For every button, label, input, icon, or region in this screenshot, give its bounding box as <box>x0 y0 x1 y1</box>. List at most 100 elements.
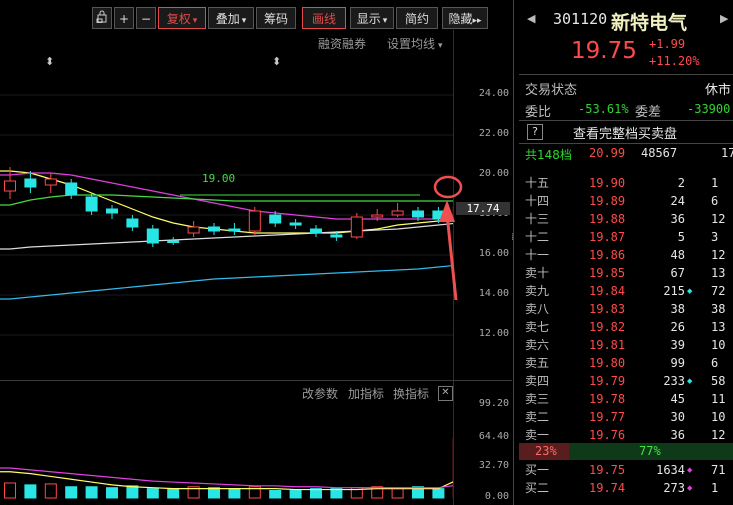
switch-indicator-link[interactable]: 换指标 <box>393 385 429 402</box>
order-book-row[interactable]: 卖九 19.84 215 72 ◆ <box>519 282 733 300</box>
volume-tick-label: 32.70 <box>478 460 509 472</box>
volume-bar <box>228 488 241 499</box>
next-stock-arrow-icon[interactable]: ▶ <box>720 12 728 25</box>
order-book-row[interactable]: 卖二 19.77 30 10 <box>519 408 733 426</box>
view-full-book-link[interactable]: 查看完整档买卖盘 <box>573 123 677 142</box>
level-price: 19.74 <box>589 481 626 495</box>
order-book-row[interactable]: 卖四 19.79 233 58 ◆ <box>519 372 733 390</box>
order-book-row[interactable]: 卖八 19.83 38 38 <box>519 300 733 318</box>
order-book-row[interactable]: 卖十 19.85 67 13 <box>519 264 733 282</box>
volume-bar <box>391 488 404 499</box>
level-volume: 5 <box>677 230 685 244</box>
level-price: 19.79 <box>589 374 626 388</box>
margin-trading-link[interactable]: 融资融券 <box>318 35 366 52</box>
candle-body <box>330 234 343 238</box>
candle-body <box>106 208 118 214</box>
ratio-label: 委比 <box>525 105 552 120</box>
order-book-row[interactable]: 卖三 19.78 45 11 <box>519 390 733 408</box>
level-price: 19.78 <box>589 392 626 406</box>
order-book-row[interactable]: 十二 19.87 5 3 <box>519 228 733 246</box>
order-book-row[interactable]: 十三 19.88 36 12 <box>519 210 733 228</box>
order-book-row[interactable]: 卖六 19.81 39 10 <box>519 336 733 354</box>
level-price: 19.90 <box>589 176 626 190</box>
level-price: 19.85 <box>589 266 626 280</box>
add-indicator-link[interactable]: 加指标 <box>348 385 384 402</box>
level-price: 19.84 <box>589 284 626 298</box>
level-label: 卖五 <box>525 356 550 370</box>
candle-body <box>126 218 139 228</box>
order-book-row[interactable]: 买二 19.74 273 1 ◆ <box>519 479 733 497</box>
big-order-dot-icon: ◆ <box>687 287 693 295</box>
level-label: 卖一 <box>525 428 550 442</box>
big-order-dot-icon: ◆ <box>687 466 693 474</box>
modify-params-link[interactable]: 改参数 <box>302 385 338 402</box>
level-orders: 1 <box>711 176 719 190</box>
restore-rights-button[interactable]: 复权 ▾ <box>158 7 206 29</box>
order-book-row[interactable]: 卖一 19.76 36 12 <box>519 426 733 444</box>
level-label: 十四 <box>525 194 550 208</box>
highlight-circle <box>433 175 463 199</box>
order-book-row[interactable]: 十一 19.86 48 12 <box>519 246 733 264</box>
level-orders: 58 <box>711 374 726 388</box>
candle-body <box>371 214 384 218</box>
level-orders: 12 <box>711 212 726 226</box>
level-volume: 38 <box>670 302 685 316</box>
zoom-out-button[interactable]: − <box>136 7 156 29</box>
status-value: 休市 <box>705 83 732 98</box>
simple-button[interactable]: 简约 <box>396 7 438 29</box>
candle-body <box>24 178 37 188</box>
level-label: 卖六 <box>525 338 550 352</box>
close-indicator-button[interactable]: ✕ <box>438 386 453 401</box>
ratio-bar: 23% 77% <box>519 443 733 460</box>
volume-bar <box>85 486 98 499</box>
ma-settings-link[interactable]: 设置均线 ▾ <box>387 35 443 52</box>
level-price: 19.75 <box>589 463 626 477</box>
candle-body <box>187 226 200 234</box>
candle-body <box>167 240 180 243</box>
kline-chart <box>0 94 453 336</box>
level-label: 买一 <box>525 463 550 477</box>
order-book-row[interactable]: 十四 19.89 24 6 <box>519 192 733 210</box>
lock-button[interactable] <box>92 7 112 29</box>
candle-body <box>310 228 322 234</box>
display-button[interactable]: 显示 ▾ <box>350 7 394 29</box>
plus-icon: + <box>118 12 130 26</box>
bid-list: 买一 19.75 1634 71 ◆ 买二 19.74 273 1 ◆ <box>519 461 733 505</box>
level-label: 卖四 <box>525 374 550 388</box>
prev-stock-arrow-icon[interactable]: ◀ <box>527 12 535 25</box>
diff-label: 委差 <box>635 105 662 120</box>
restore-rights-label: 复权 <box>166 12 191 26</box>
order-book-row[interactable]: 卖七 19.82 26 13 <box>519 318 733 336</box>
price-tick-label: 12.00 <box>478 328 509 339</box>
ratio-value: -53.61% <box>578 102 629 116</box>
chips-button[interactable]: 筹码 <box>256 7 296 29</box>
level-label: 卖七 <box>525 320 550 334</box>
level-volume: 39 <box>670 338 685 352</box>
level-label: 十一 <box>525 248 550 262</box>
help-button[interactable]: ? <box>527 124 543 140</box>
level-volume: 36 <box>670 428 685 442</box>
minus-icon: − <box>140 12 152 26</box>
arrow-shaft <box>445 213 458 301</box>
volume-tick-label: 0.00 <box>484 491 509 502</box>
ma-line <box>0 194 453 206</box>
simple-label: 简约 <box>404 12 429 26</box>
volume-bar <box>126 485 139 499</box>
overlay-button[interactable]: 叠加 ▾ <box>208 7 254 29</box>
level-price: 19.77 <box>589 410 626 424</box>
chevron-down-icon: ▾ <box>241 16 247 26</box>
lock-icon <box>96 8 108 30</box>
big-order-dot-icon: ◆ <box>687 377 693 385</box>
draw-line-button[interactable]: 画线 <box>302 7 346 29</box>
order-book-row[interactable]: 卖五 19.80 99 6 <box>519 354 733 372</box>
chevron-down-icon: ▾ <box>192 16 198 26</box>
level-label: 卖二 <box>525 410 550 424</box>
zoom-in-button[interactable]: + <box>114 7 134 29</box>
candle-body <box>4 180 16 192</box>
stock-name: 新特电气 <box>611 12 688 34</box>
order-book-row[interactable]: 十五 19.90 2 1 <box>519 174 733 192</box>
level-price: 19.81 <box>589 338 626 352</box>
price-change-pct: +11.20% <box>649 54 700 68</box>
candle-body <box>412 210 424 218</box>
order-book-row[interactable]: 买一 19.75 1634 71 ◆ <box>519 461 733 479</box>
